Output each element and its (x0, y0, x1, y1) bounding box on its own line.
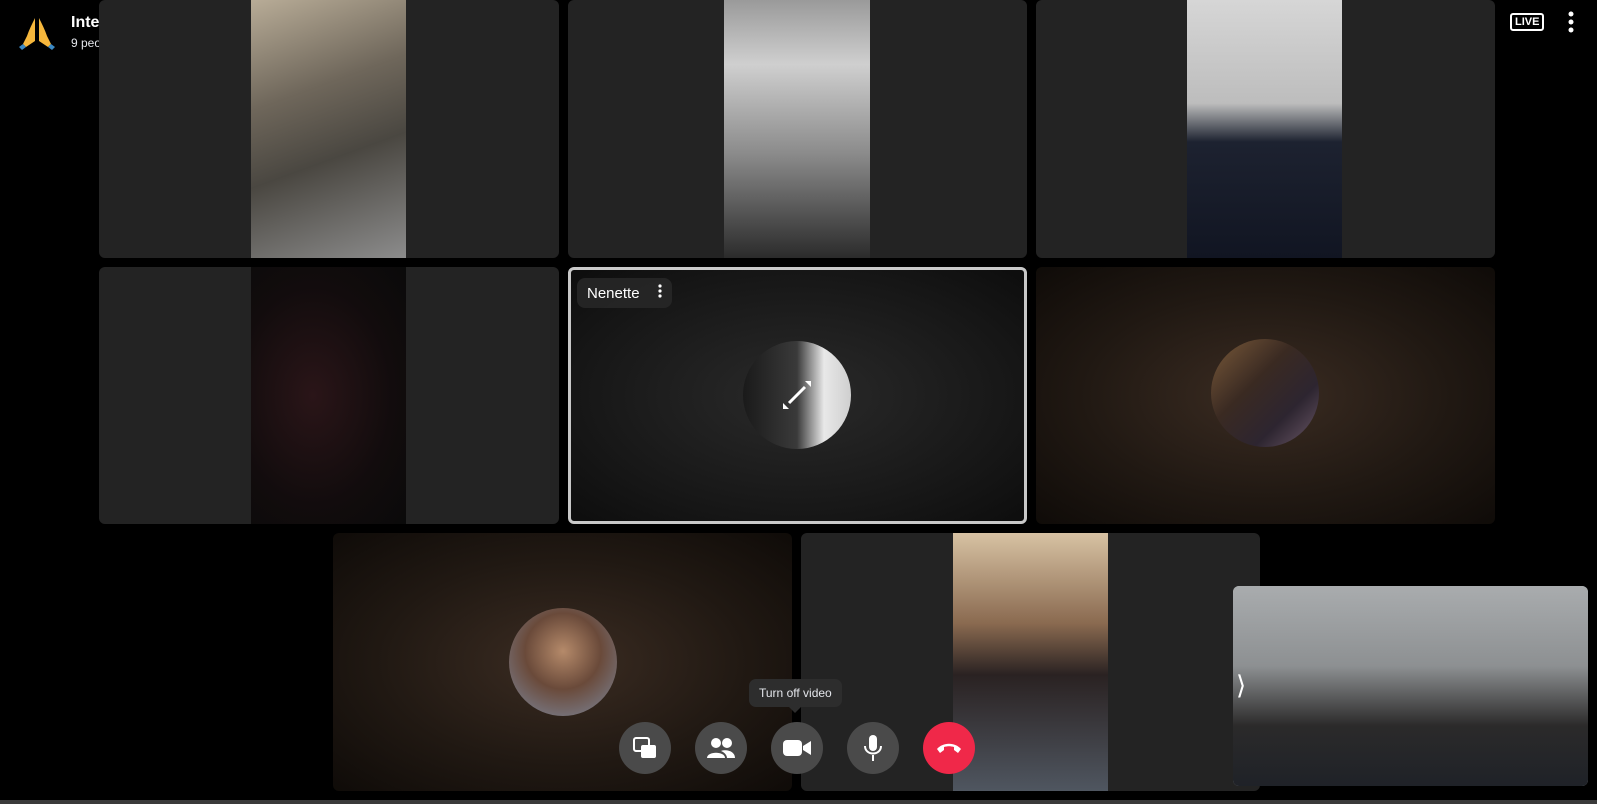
participant-more-icon[interactable] (657, 284, 662, 302)
participant-video (1187, 0, 1342, 258)
video-toggle-button[interactable] (771, 722, 823, 774)
more-options-icon[interactable] (1568, 10, 1574, 34)
hang-up-icon (937, 743, 961, 753)
participants-button[interactable] (695, 722, 747, 774)
microphone-icon (864, 735, 882, 761)
participant-avatar (1211, 339, 1319, 447)
participant-video (251, 267, 406, 524)
end-call-button[interactable] (923, 722, 975, 774)
participant-tile[interactable] (99, 0, 559, 258)
video-camera-icon (783, 740, 811, 756)
participant-tile-selected[interactable]: Nenette (568, 267, 1027, 524)
self-view-feed (1233, 586, 1588, 786)
self-view-video[interactable] (1233, 586, 1588, 786)
participant-video (953, 533, 1108, 791)
participant-tile[interactable] (1036, 0, 1495, 258)
taskbar-strip (0, 800, 1597, 804)
video-tooltip: Turn off video (749, 679, 842, 713)
mute-button[interactable] (847, 722, 899, 774)
participant-avatar (743, 341, 851, 449)
participant-video (724, 0, 870, 258)
participant-tile[interactable] (568, 0, 1027, 258)
collapse-self-view-icon[interactable]: ⟩ (1236, 670, 1246, 701)
people-icon (707, 738, 735, 758)
expand-icon[interactable] (743, 341, 851, 449)
share-screen-button[interactable] (619, 722, 671, 774)
participant-video (251, 0, 406, 258)
participant-name: Nenette (587, 284, 640, 302)
screens-icon (633, 737, 656, 758)
folded-hands-icon (18, 14, 56, 52)
live-badge[interactable]: LIVE (1510, 10, 1545, 34)
participant-name-chip: Nenette (577, 278, 672, 308)
participant-tile[interactable] (99, 267, 559, 524)
participant-avatar (509, 608, 617, 716)
participant-tile[interactable] (1036, 267, 1495, 524)
